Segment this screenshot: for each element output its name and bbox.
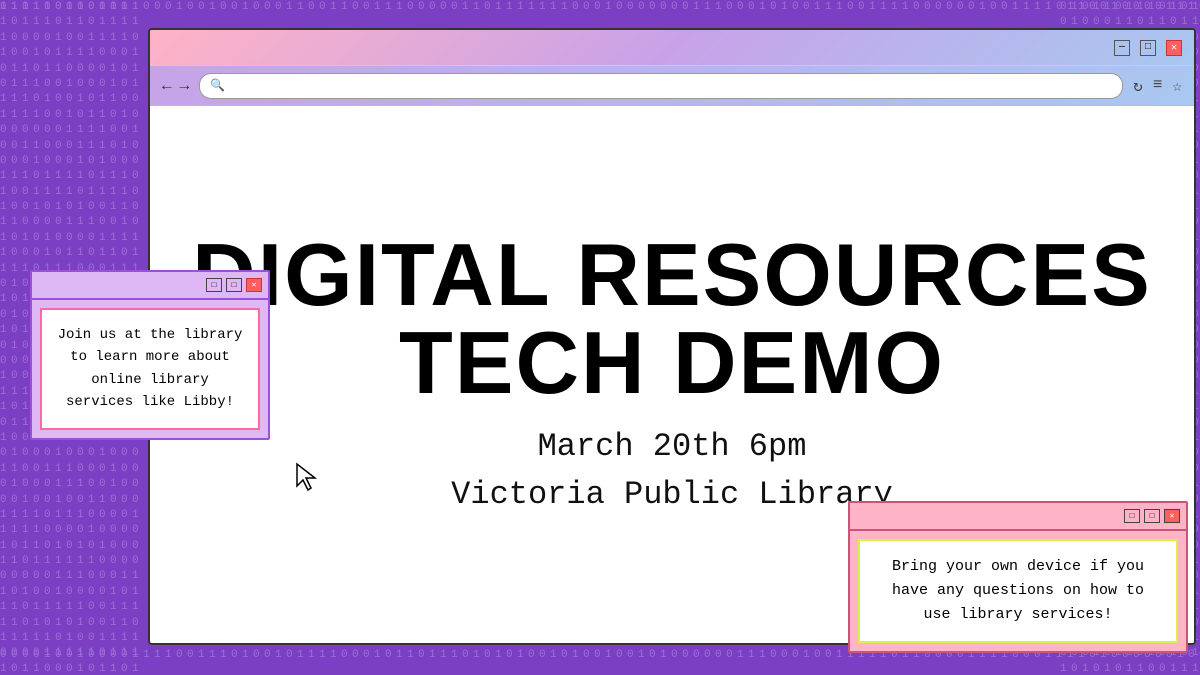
popup-right-body: Bring your own device if you have any qu… <box>858 539 1178 643</box>
popup-left-body: Join us at the library to learn more abo… <box>40 308 260 430</box>
popup-right-window: □ □ ✕ Bring your own device if you have … <box>848 501 1188 653</box>
popup-left-close[interactable]: ✕ <box>246 278 262 292</box>
popup-right-close[interactable]: ✕ <box>1164 509 1180 523</box>
popup-left-maximize[interactable]: □ <box>226 278 242 292</box>
event-details: March 20th 6pm Victoria Public Library <box>451 423 893 519</box>
popup-left-window: □ □ ✕ Join us at the library to learn mo… <box>30 270 270 440</box>
popup-left-text: Join us at the library to learn more abo… <box>58 327 243 410</box>
popup-left-minimize[interactable]: □ <box>206 278 222 292</box>
popup-left-titlebar: □ □ ✕ <box>32 272 268 300</box>
back-button[interactable]: ← <box>162 77 172 95</box>
event-date: March 20th 6pm <box>451 423 893 471</box>
popup-right-minimize[interactable]: □ <box>1124 509 1140 523</box>
close-button[interactable]: ✕ <box>1166 40 1182 56</box>
popup-right-text: Bring your own device if you have any qu… <box>892 558 1144 623</box>
address-bar[interactable]: 🔍 <box>199 73 1123 99</box>
forward-button[interactable]: → <box>180 77 190 95</box>
title-line1: DIGITAL RESOURCES <box>192 231 1152 319</box>
bookmark-button[interactable]: ☆ <box>1172 76 1182 96</box>
browser-toolbar: ↻ ≡ ☆ <box>1133 76 1182 96</box>
browser-window-controls: — □ ✕ <box>1114 40 1182 56</box>
reload-button[interactable]: ↻ <box>1133 76 1143 96</box>
background: // Generate binary columns const bg = do… <box>0 0 1200 675</box>
popup-right-maximize[interactable]: □ <box>1144 509 1160 523</box>
browser-titlebar: — □ ✕ <box>150 30 1194 66</box>
minimize-button[interactable]: — <box>1114 40 1130 56</box>
popup-right-titlebar: □ □ ✕ <box>850 503 1186 531</box>
event-location: Victoria Public Library <box>451 471 893 519</box>
maximize-button[interactable]: □ <box>1140 40 1156 56</box>
title-line2: TECH DEMO <box>192 319 1152 407</box>
browser-navbar: ← → 🔍 ↻ ≡ ☆ <box>150 66 1194 106</box>
main-title: DIGITAL RESOURCES TECH DEMO <box>192 231 1152 407</box>
search-icon: 🔍 <box>210 78 225 93</box>
menu-button[interactable]: ≡ <box>1153 76 1163 96</box>
nav-arrows: ← → <box>162 77 189 95</box>
